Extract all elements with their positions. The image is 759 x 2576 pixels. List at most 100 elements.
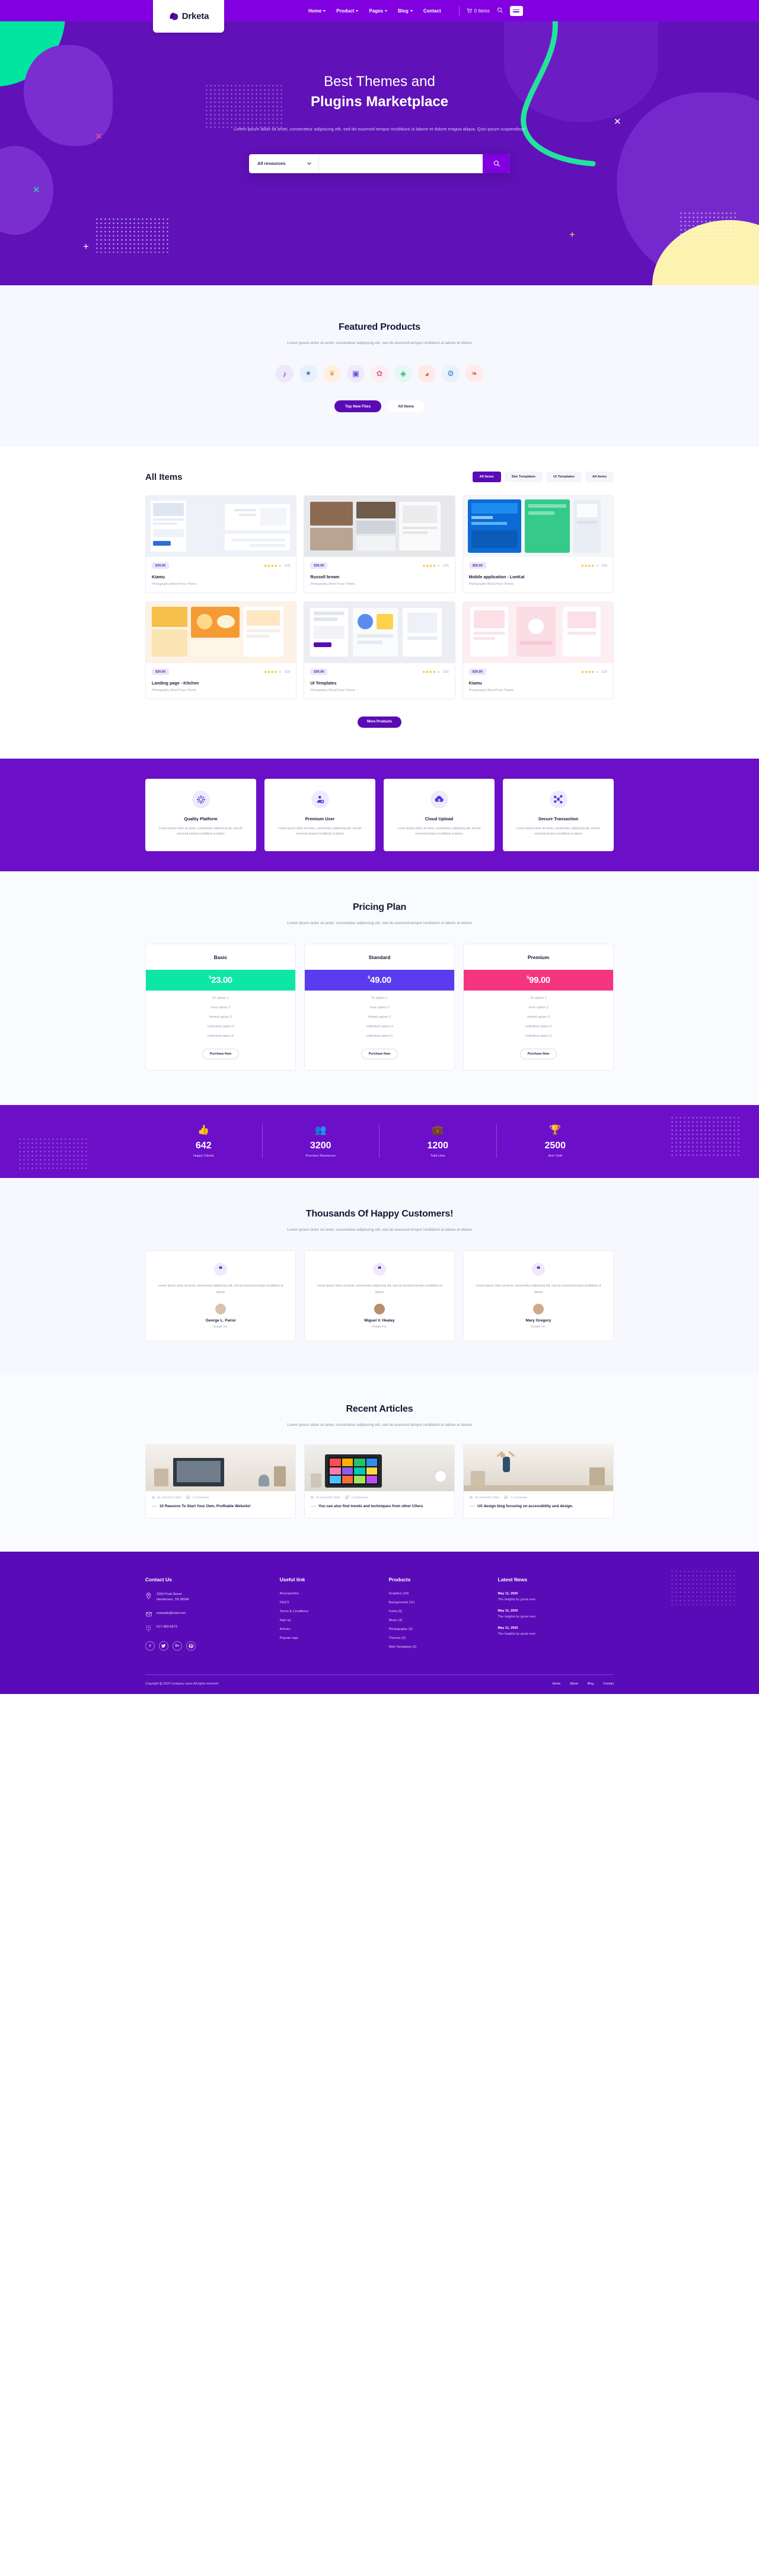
cart-count-label: 0 Items <box>474 8 490 14</box>
feature-card-cloud-upload[interactable]: Cloud Upload Lorem ipsum dolor sit amet,… <box>384 778 495 851</box>
flame-icon[interactable]: ◕ <box>418 365 436 383</box>
pricing-card-premium[interactable]: Premium $99.00 2x option 1 Free option 2… <box>463 944 614 1071</box>
search-icon[interactable] <box>497 5 503 16</box>
more-products-wrap: More Products <box>145 715 614 728</box>
tab-site-templates[interactable]: Site Templates <box>504 472 543 483</box>
footer-link[interactable]: Themes (3) <box>389 1636 490 1640</box>
product-card[interactable]: $30.00 ★★★★ ★ (12) Kiamu Photography Word … <box>462 601 614 700</box>
nav-item-pages[interactable]: Pages <box>369 8 388 14</box>
stat-happy-clients: 👍 642 Happy Clients <box>145 1124 263 1158</box>
tab-all-items[interactable]: All Items <box>472 472 501 483</box>
feature-title: Secure Transaction <box>538 816 579 821</box>
footer-link[interactable]: Popular tags <box>280 1636 381 1640</box>
testimonial-text: Lorem ipsum dolor sit amet, consectetur … <box>158 1284 283 1294</box>
tab-all-items-2[interactable]: All Items <box>585 472 614 483</box>
purchase-now-button[interactable]: Purchase Now <box>361 1049 398 1060</box>
stat-label: Total User <box>430 1154 445 1158</box>
footer-nav-contact[interactable]: Contact <box>603 1682 614 1686</box>
footer-link[interactable]: Web Templates (3) <box>389 1645 490 1649</box>
news-item[interactable]: May 11, 2020 The heights by great men <box>498 1592 614 1601</box>
nav-item-blog[interactable]: Blog <box>398 8 413 14</box>
camera-icon[interactable]: ▣ <box>347 365 365 383</box>
footer-link[interactable]: Terms & Conditions <box>280 1610 381 1613</box>
footer-bottom-nav: Home About Blog Contact <box>552 1682 614 1686</box>
section-subtitle: Lorem ipsum dolor sit amet, consectetur … <box>287 1228 472 1233</box>
footer-link[interactable]: Sign up <box>280 1619 381 1622</box>
section-subtitle: Lorem ipsum dolor sit amet, consectetur … <box>287 921 472 925</box>
compass-icon[interactable]: ✶ <box>299 365 317 383</box>
tab-ui-templates[interactable]: UI Templates <box>546 472 582 483</box>
feature-card-quality-platform[interactable]: Quality Platform Lorem ipsum dolor sit a… <box>145 778 256 851</box>
rating-stars: ★★★★ ★ (12) <box>422 670 449 674</box>
feature-text: Lorem ipsum dolor sit amet, consectetur … <box>516 826 600 836</box>
news-item[interactable]: May 11, 2020 The heights by great men <box>498 1626 614 1636</box>
primary-nav: Home Product Pages Blog Contact <box>308 8 441 14</box>
leaf-icon[interactable]: ❦ <box>323 365 341 383</box>
category-tabs: All Items Site Templates UI Templates Al… <box>472 472 614 483</box>
footer-email[interactable]: example@mail.com <box>145 1611 272 1617</box>
footer-link[interactable]: Photography (3) <box>389 1628 490 1631</box>
feature-card-secure-transaction[interactable]: Secure Transaction Lorem ipsum dolor sit… <box>503 778 614 851</box>
cart-button[interactable]: 0 Items <box>467 8 490 14</box>
footer-nav-home[interactable]: Home <box>552 1682 560 1686</box>
footer-link[interactable]: Articles <box>280 1628 381 1631</box>
plan-price-band: $23.00 <box>146 970 295 991</box>
footer-link[interactable]: Fonts (9) <box>389 1610 490 1613</box>
product-name: Mobile application - LonKat <box>468 574 525 580</box>
twitter-icon[interactable] <box>159 1641 168 1651</box>
purchase-now-button[interactable]: Purchase Now <box>520 1049 557 1060</box>
feature-text: Lorem ipsum dolor sit amet, consectetur … <box>159 826 243 836</box>
product-card[interactable]: $30.00 ★★★★ ★ (12) Kiamu Photography Word … <box>145 495 297 594</box>
purchase-now-button[interactable]: Purchase Now <box>202 1049 239 1060</box>
nav-item-product[interactable]: Product <box>336 8 359 14</box>
title-dash <box>470 1505 475 1507</box>
search-submit-button[interactable] <box>483 154 510 173</box>
cube-icon[interactable]: ◈ <box>394 365 412 383</box>
feature-card-premium-user[interactable]: Premium User Lorem ipsum dolor sit amet,… <box>264 778 375 851</box>
product-meta: Photography Word Press Theme <box>468 582 514 587</box>
hero-content: Best Themes and Plugins Marketplace Lore… <box>0 21 759 173</box>
pricing-card-basic[interactable]: Basic $23.00 2x option 1 Free option 2 l… <box>145 944 296 1071</box>
footer-link[interactable]: Music (3) <box>389 1619 490 1622</box>
resource-type-select[interactable]: All resources <box>249 154 319 173</box>
article-card[interactable]: ▤ 28 JANUARY 2020 💬 0 Comments 10 Reason… <box>145 1444 296 1518</box>
facebook-icon[interactable]: f <box>145 1641 155 1651</box>
pricing-card-standard[interactable]: Standard $49.00 2x option 1 Free option … <box>304 944 455 1071</box>
logo[interactable]: Drketa <box>153 0 224 33</box>
article-card[interactable]: ▤ 28 JANUARY 2020 💬 0 Comments UX design… <box>463 1444 614 1518</box>
footer-link[interactable]: All properties <box>280 1592 381 1596</box>
footer-link[interactable]: FAQ'S <box>280 1601 381 1604</box>
product-card[interactable]: $30.00 ★★★★ ★ (12) Landing page - Kitchen … <box>145 601 297 700</box>
product-price: $30.00 <box>152 562 170 569</box>
hamburger-menu-button[interactable] <box>509 5 523 16</box>
search-input[interactable] <box>319 154 483 173</box>
footer-link[interactable]: Graphics (24) <box>389 1592 490 1596</box>
footer-nav-about[interactable]: About <box>570 1682 578 1686</box>
footer-link[interactable]: Backgrounds (11) <box>389 1601 490 1604</box>
pinterest-icon[interactable] <box>186 1641 196 1651</box>
footer-news-column: Latest News May 11, 2020 The heights by … <box>498 1577 614 1654</box>
plan-currency: $ <box>368 976 371 980</box>
news-item[interactable]: May 11, 2020 The heights by great men <box>498 1609 614 1619</box>
quote-icon: ❝ <box>214 1263 227 1276</box>
search-icon <box>493 161 500 167</box>
google-plus-icon[interactable]: G+ <box>173 1641 182 1651</box>
phone-text: 517-383-6673 <box>157 1625 177 1629</box>
ribbon-icon[interactable]: ❧ <box>465 365 483 383</box>
gear-icon[interactable]: ⚙ <box>442 365 460 383</box>
footer-phone[interactable]: 517-383-6673 <box>145 1625 272 1632</box>
music-note-icon[interactable]: ♪ <box>276 365 294 383</box>
top-new-files-button[interactable]: Top New Files <box>334 400 382 413</box>
nav-item-contact[interactable]: Contact <box>423 8 441 14</box>
product-card[interactable]: $30.00 ★★★★ ★ (12) UI Templates Photograph… <box>304 601 455 700</box>
nav-item-home[interactable]: Home <box>308 8 326 14</box>
testimonial-card: ❝ Lorem ipsum dolor sit amet, consectetu… <box>463 1250 614 1341</box>
product-card[interactable]: $30.00 ★★★★ ★ (12) Mobile application - Lo… <box>462 495 614 594</box>
palette-icon[interactable]: ✿ <box>371 365 388 383</box>
more-products-button[interactable]: More Products <box>357 716 401 728</box>
footer-nav-blog[interactable]: Blog <box>588 1682 594 1686</box>
product-card[interactable]: $30.00 ★★★★ ★ (12) Russell brown Photograp… <box>304 495 455 594</box>
article-card[interactable]: ▤ 28 JANUARY 2020 💬 0 Comments You can a… <box>304 1444 455 1518</box>
product-name: Kiamu <box>152 574 165 580</box>
all-items-button[interactable]: All Items <box>387 400 425 413</box>
